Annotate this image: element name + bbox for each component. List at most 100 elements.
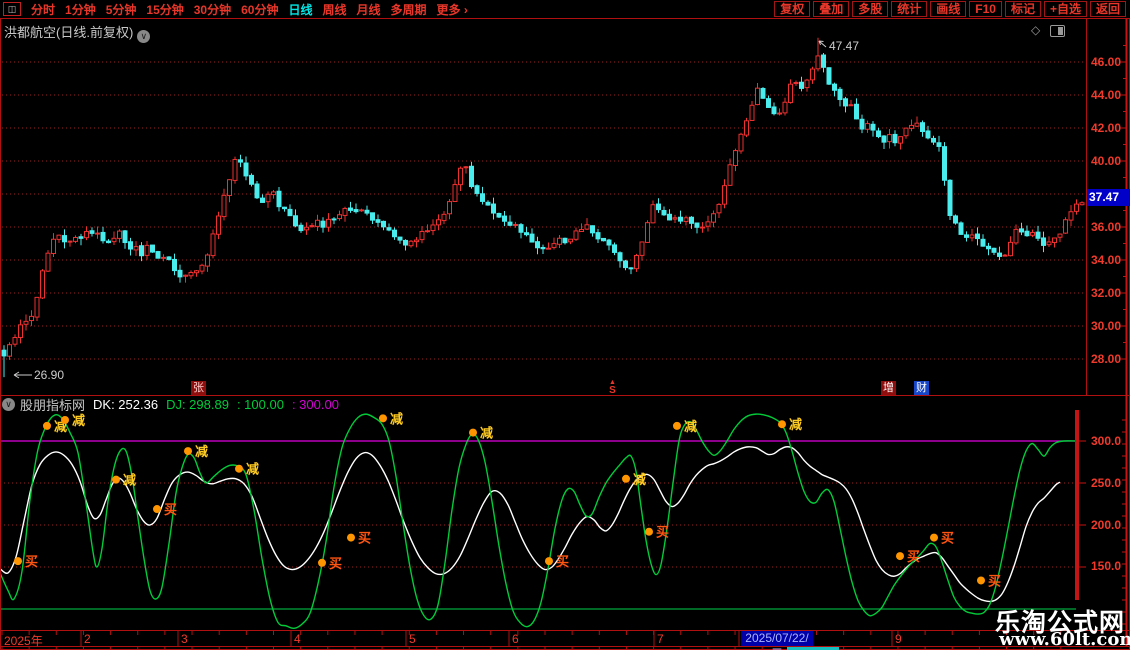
candle-body: [1014, 229, 1018, 243]
price-tick-label: 30.00: [1091, 319, 1121, 333]
time-tick-label: 2: [84, 632, 91, 646]
candle-body: [492, 204, 496, 213]
candle-body: [756, 88, 760, 104]
candle-body: [437, 220, 441, 225]
trading-app-window: 买减减减买减减买买减减买减买减减买买买 ◫ 分时1分钟5分钟15分钟30分钟60…: [0, 0, 1130, 650]
strip-signal-张: 张: [191, 381, 206, 395]
candle-body: [156, 252, 160, 259]
toolbar-button-4[interactable]: 画线: [930, 1, 966, 17]
candle-body: [112, 238, 116, 241]
candle-body: [800, 82, 804, 88]
candle-body: [580, 229, 584, 231]
candle-body: [409, 241, 413, 245]
candle-body: [74, 237, 78, 241]
candle-body: [206, 255, 210, 266]
strip-signal-财: 财: [914, 381, 929, 395]
candle-body: [360, 210, 364, 211]
candle-body: [954, 216, 958, 223]
toolbar-button-3[interactable]: 统计: [891, 1, 927, 17]
candle-body: [46, 253, 50, 271]
candle-body: [1003, 255, 1007, 256]
candle-body: [255, 184, 259, 198]
signal-label-买: 买: [556, 554, 569, 569]
toolbar-button-1[interactable]: 叠加: [813, 1, 849, 17]
candle-body: [959, 223, 963, 234]
period-tab-8[interactable]: 月线: [357, 1, 381, 18]
candle-body: [657, 204, 661, 210]
signal-label-买: 买: [941, 531, 954, 546]
signal-label-减: 减: [480, 426, 493, 441]
candle-body: [393, 230, 397, 237]
candle-body: [140, 246, 144, 256]
period-tab-3[interactable]: 15分钟: [146, 1, 183, 18]
period-tab-4[interactable]: 30分钟: [194, 1, 231, 18]
period-tab-0[interactable]: 分时: [31, 1, 55, 18]
period-tab-1[interactable]: 1分钟: [65, 1, 96, 18]
time-tick-label: 5: [409, 632, 416, 646]
indicator-chevron-down-icon[interactable]: ∨: [2, 398, 15, 411]
price-tick-label: 28.00: [1091, 352, 1121, 366]
candle-body: [1064, 220, 1068, 233]
indicator-name[interactable]: 股朋指标网: [20, 395, 85, 414]
signal-label-减: 减: [195, 444, 208, 459]
candle-body: [57, 235, 61, 239]
signal-dot: [896, 552, 904, 560]
signal-label-买: 买: [656, 525, 669, 540]
candle-body: [673, 218, 677, 219]
title-chevron-down-icon[interactable]: ∨: [137, 30, 150, 43]
period-tab-9[interactable]: 多周期: [391, 1, 427, 18]
candle-body: [486, 202, 490, 205]
period-tab-5[interactable]: 60分钟: [241, 1, 278, 18]
candle-body: [794, 83, 798, 84]
candle-body: [90, 231, 94, 234]
watermark-site-url: www.60lt.com: [999, 629, 1130, 650]
candle-body: [761, 88, 765, 98]
candle-body: [508, 222, 512, 225]
candle-body: [926, 131, 930, 138]
high-price-annotation: 47.47: [829, 39, 859, 53]
candle-body: [816, 56, 820, 69]
candle-body: [1025, 231, 1029, 235]
toolbar-button-6[interactable]: 标记: [1005, 1, 1041, 17]
toolbar-button-5[interactable]: F10: [969, 1, 1002, 17]
candle-body: [706, 222, 710, 226]
period-tab-7[interactable]: 周线: [322, 1, 346, 18]
candle-body: [662, 210, 666, 214]
candle-body: [547, 248, 551, 249]
candle-body: [96, 233, 100, 234]
split-panel-icon[interactable]: [1050, 25, 1065, 37]
candle-body: [497, 213, 501, 217]
candle-body: [723, 186, 727, 204]
candle-body: [877, 131, 881, 137]
candle-body: [734, 151, 738, 166]
period-tab-2[interactable]: 5分钟: [106, 1, 137, 18]
candle-body: [618, 253, 622, 261]
candle-body: [35, 297, 39, 317]
candle-body: [228, 180, 232, 196]
toolbar-button-7[interactable]: +自选: [1044, 1, 1087, 17]
candle-body: [981, 239, 985, 246]
toolbar-button-2[interactable]: 多股: [852, 1, 888, 17]
period-tab-10[interactable]: 更多 ›: [437, 1, 468, 18]
candle-body: [8, 345, 12, 356]
price-tick-label: 46.00: [1091, 55, 1121, 69]
candle-body: [178, 270, 182, 277]
candle-body: [789, 84, 793, 102]
candle-body: [277, 191, 281, 206]
signal-dot: [14, 557, 22, 565]
candle-body: [888, 135, 892, 142]
candle-body: [893, 134, 897, 142]
signal-dot: [469, 429, 477, 437]
toolbar-button-8[interactable]: 返回: [1090, 1, 1126, 17]
window-border: [1, 1, 1130, 650]
period-tab-6[interactable]: 日线: [288, 1, 312, 18]
candle-body: [519, 225, 523, 233]
top-toolbar: ◫ 分时 1分钟 5分钟 15分钟 30分钟 60分钟日线周线月线多周期更多 › 复权叠加…: [0, 0, 1130, 19]
candle-body: [189, 272, 193, 275]
toolbar-button-0[interactable]: 复权: [774, 1, 810, 17]
candle-body: [591, 226, 595, 233]
diamond-tool-icon[interactable]: ◇: [1031, 23, 1040, 37]
window-layout-icon[interactable]: ◫: [3, 2, 21, 16]
candle-body: [503, 216, 507, 221]
title-row: 洪都航空(日线.前复权)∨ ◇: [0, 19, 1130, 40]
